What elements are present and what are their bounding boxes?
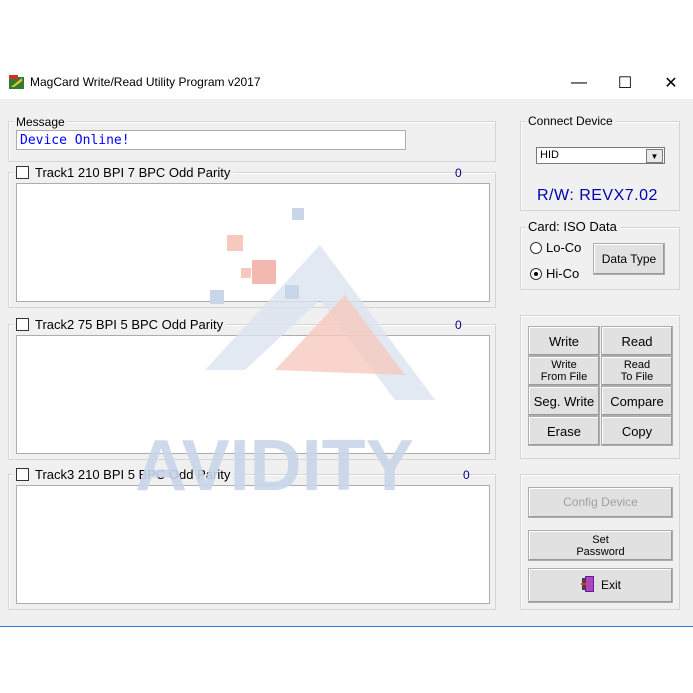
track1-count: 0 <box>455 166 462 180</box>
window-title: MagCard Write/Read Utility Program v2017 <box>30 75 261 89</box>
track3-label: Track3 210 BPI 5 BPC Odd Parity <box>35 467 231 482</box>
track2-count: 0 <box>455 318 462 332</box>
device-select-value: HID <box>540 149 559 161</box>
copy-button[interactable]: Copy <box>601 416 673 446</box>
track2-data[interactable] <box>16 335 490 454</box>
message-label: Message <box>13 115 68 129</box>
set-password-line2: Password <box>576 545 625 558</box>
write-from-file-button[interactable]: Write From File <box>528 356 600 386</box>
close-button[interactable]: ✕ <box>648 66 693 99</box>
track3-count: 0 <box>463 468 470 482</box>
exit-button[interactable]: Exit <box>528 568 673 603</box>
write-from-file-line1: Write <box>551 359 577 371</box>
read-to-file-line1: Read <box>623 359 651 371</box>
hico-label: Hi-Co <box>546 266 580 281</box>
door-icon <box>580 575 596 596</box>
track2-label: Track2 75 BPI 5 BPC Odd Parity <box>35 317 224 332</box>
exit-label: Exit <box>600 578 621 592</box>
chevron-down-icon[interactable]: ▼ <box>646 149 663 163</box>
track2-checkbox[interactable] <box>16 318 29 331</box>
read-to-file-line2: To File <box>620 371 654 383</box>
card-label: Card: ISO Data <box>525 219 620 234</box>
version-label: R/W: REVX7.02 <box>537 187 658 204</box>
hico-option[interactable]: Hi-Co <box>530 266 579 281</box>
loco-option[interactable]: Lo-Co <box>530 240 581 255</box>
track1-header: Track1 210 BPI 7 BPC Odd Parity <box>13 165 234 180</box>
track3-header: Track3 210 BPI 5 BPC Odd Parity <box>13 467 234 482</box>
loco-label: Lo-Co <box>546 240 582 255</box>
track1-label: Track1 210 BPI 7 BPC Odd Parity <box>35 165 231 180</box>
compare-button[interactable]: Compare <box>601 386 673 416</box>
track3-data[interactable] <box>16 485 490 604</box>
track1-data[interactable] <box>16 183 490 302</box>
track2-header: Track2 75 BPI 5 BPC Odd Parity <box>13 317 227 332</box>
data-type-button[interactable]: Data Type <box>593 243 665 275</box>
hico-radio[interactable] <box>530 267 542 280</box>
minimize-button[interactable]: — <box>556 66 602 99</box>
track3-checkbox[interactable] <box>16 468 29 481</box>
set-password-line1: Set <box>592 533 609 546</box>
track1-checkbox[interactable] <box>16 166 29 179</box>
config-device-button[interactable]: Config Device <box>528 487 673 518</box>
read-button[interactable]: Read <box>601 326 673 356</box>
write-button[interactable]: Write <box>528 326 600 356</box>
loco-radio[interactable] <box>530 241 542 254</box>
write-from-file-line2: From File <box>540 371 588 383</box>
erase-button[interactable]: Erase <box>528 416 600 446</box>
message-field[interactable]: Device Online! <box>16 130 406 150</box>
seg-write-button[interactable]: Seg. Write <box>528 386 600 416</box>
set-password-button[interactable]: Set Password <box>528 530 673 561</box>
device-select[interactable]: HID ▼ <box>536 147 665 164</box>
connect-label: Connect Device <box>525 114 616 128</box>
read-to-file-button[interactable]: Read To File <box>601 356 673 386</box>
maximize-button[interactable]: ☐ <box>602 66 648 99</box>
app-icon <box>9 75 24 89</box>
